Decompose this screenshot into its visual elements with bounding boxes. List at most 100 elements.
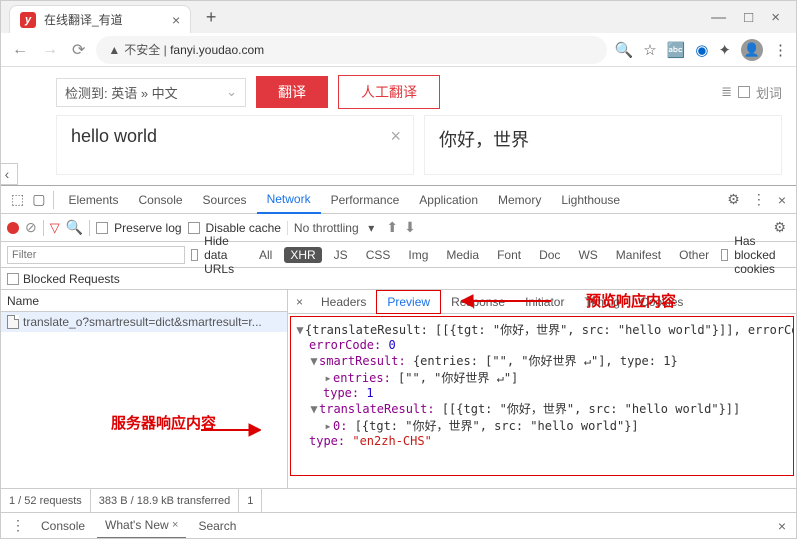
blocked-requests-checkbox[interactable]: [7, 273, 19, 285]
type-xhr[interactable]: XHR: [284, 247, 321, 263]
maximize-button[interactable]: □: [744, 9, 753, 26]
clear-button[interactable]: ⊘: [25, 219, 37, 236]
type-js[interactable]: JS: [328, 247, 354, 263]
translate-button[interactable]: 翻译: [256, 76, 328, 108]
close-whatsnew-icon[interactable]: ×: [172, 519, 178, 531]
target-textarea: 你好，世界: [424, 115, 782, 175]
new-tab-button[interactable]: +: [199, 5, 223, 29]
close-drawer-icon[interactable]: ×: [778, 518, 786, 534]
extensions-icon[interactable]: ✦: [718, 41, 731, 59]
inspect-icon[interactable]: ⬚: [11, 191, 24, 208]
reload-button[interactable]: ⟳: [69, 37, 88, 63]
hide-urls-checkbox[interactable]: [191, 249, 198, 261]
source-text: hello world: [71, 126, 157, 146]
disable-cache-checkbox[interactable]: [188, 222, 200, 234]
type-manifest[interactable]: Manifest: [610, 247, 667, 263]
request-row[interactable]: translate_o?smartresult=dict&smartresult…: [1, 312, 287, 332]
tab-sources[interactable]: Sources: [193, 186, 257, 214]
profile-avatar[interactable]: 👤: [741, 39, 763, 61]
browser-tab[interactable]: y 在线翻译_有道 ×: [9, 5, 191, 33]
url-text: fanyi.youdao.com: [170, 43, 264, 57]
preserve-log-checkbox[interactable]: [96, 222, 108, 234]
globe-ext-icon[interactable]: ◉: [695, 41, 708, 59]
drawer-tab-console[interactable]: Console: [33, 513, 93, 539]
clear-source-icon[interactable]: ×: [390, 126, 401, 147]
arrow-icon: [201, 422, 261, 438]
more-icon[interactable]: ⋮: [752, 191, 766, 208]
blocked-cookies-checkbox[interactable]: [721, 249, 728, 261]
forward-button[interactable]: →: [39, 38, 61, 62]
window-close-button[interactable]: ×: [771, 9, 780, 26]
resources-status: 1: [239, 489, 262, 512]
type-doc[interactable]: Doc: [533, 247, 566, 263]
resp-tab-headers[interactable]: Headers: [311, 290, 376, 314]
drawer-tab-search[interactable]: Search: [190, 513, 244, 539]
close-devtools-icon[interactable]: ×: [778, 192, 786, 208]
filter-input[interactable]: [7, 246, 185, 264]
request-name: translate_o?smartresult=dict&smartresult…: [23, 315, 262, 329]
annotation-preview-response: 预览响应内容: [586, 290, 676, 311]
target-text: 你好，世界: [439, 130, 529, 150]
menu-icon[interactable]: ⋮: [773, 41, 788, 59]
tab-network[interactable]: Network: [257, 186, 321, 214]
window-titlebar: y 在线翻译_有道 × + — □ ×: [1, 1, 796, 33]
close-tab-icon[interactable]: ×: [172, 12, 180, 28]
tab-performance[interactable]: Performance: [321, 186, 410, 214]
devtools-tabstrip: ⬚ ▢ Elements Console Sources Network Per…: [1, 186, 796, 214]
upload-icon[interactable]: ⬆: [386, 219, 398, 236]
tab-title: 在线翻译_有道: [44, 11, 164, 28]
resp-tab-preview[interactable]: Preview: [376, 290, 441, 314]
search-icon[interactable]: 🔍: [615, 41, 634, 59]
address-field[interactable]: ▲ 不安全 | fanyi.youdao.com: [96, 36, 606, 64]
settings-icon[interactable]: ⚙: [727, 191, 740, 208]
drawer-more-icon[interactable]: ⋮: [11, 517, 25, 534]
tab-elements[interactable]: Elements: [58, 186, 128, 214]
preserve-log-label: Preserve log: [114, 221, 181, 235]
name-column-header[interactable]: Name: [1, 290, 287, 312]
huaci-label: 划词: [756, 83, 782, 102]
document-icon: [7, 315, 19, 329]
tab-application[interactable]: Application: [409, 186, 488, 214]
source-textarea[interactable]: hello world ×: [56, 115, 414, 175]
scroll-left-button[interactable]: ‹: [0, 163, 18, 185]
list-icon[interactable]: ≣: [721, 84, 732, 100]
chevron-down-icon: ⌄: [226, 84, 237, 100]
download-icon[interactable]: ⬇: [404, 219, 416, 236]
tab-memory[interactable]: Memory: [488, 186, 551, 214]
preview-body[interactable]: ▼{translateResult: [[{tgt: "你好，世界", src:…: [290, 316, 794, 476]
record-button[interactable]: [7, 222, 19, 234]
close-response-icon[interactable]: ×: [288, 295, 311, 309]
devtools-panel: ⬚ ▢ Elements Console Sources Network Per…: [1, 185, 796, 538]
request-list-pane: Name translate_o?smartresult=dict&smartr…: [1, 290, 288, 488]
huaci-checkbox[interactable]: [738, 86, 750, 98]
human-translate-button[interactable]: 人工翻译: [338, 75, 440, 109]
filter-row: Hide data URLs All XHR JS CSS Img Media …: [1, 242, 796, 268]
disable-cache-label: Disable cache: [206, 221, 281, 235]
tab-lighthouse[interactable]: Lighthouse: [551, 186, 630, 214]
translate-ext-icon[interactable]: 🔤: [667, 41, 686, 59]
network-toolbar: ⊘ ▽ 🔍 Preserve log Disable cache No thro…: [1, 214, 796, 242]
language-detect-dropdown[interactable]: 检测到: 英语 » 中文 ⌄: [56, 78, 246, 107]
devtools-drawer: ⋮ Console What's New × Search ×: [1, 512, 796, 538]
type-all[interactable]: All: [253, 247, 278, 263]
type-font[interactable]: Font: [491, 247, 527, 263]
insecure-label: 不安全 |: [124, 41, 166, 58]
tab-console[interactable]: Console: [129, 186, 193, 214]
type-css[interactable]: CSS: [360, 247, 397, 263]
minimize-button[interactable]: —: [711, 9, 726, 26]
star-icon[interactable]: ☆: [643, 41, 656, 59]
favicon: y: [20, 12, 36, 28]
filter-icon[interactable]: ▽: [50, 220, 60, 236]
throttling-select[interactable]: No throttling ▾: [287, 221, 380, 235]
drawer-tab-whatsnew[interactable]: What's New ×: [97, 513, 186, 539]
search-network-icon[interactable]: 🔍: [66, 219, 83, 236]
type-ws[interactable]: WS: [572, 247, 603, 263]
page-content: 检测到: 英语 » 中文 ⌄ 翻译 人工翻译 ≣ 划词 hello world …: [1, 67, 796, 185]
device-toolbar-icon[interactable]: ▢: [32, 191, 45, 208]
type-img[interactable]: Img: [402, 247, 434, 263]
type-media[interactable]: Media: [440, 247, 485, 263]
type-other[interactable]: Other: [673, 247, 715, 263]
arrow-icon: [461, 293, 551, 309]
back-button[interactable]: ←: [9, 38, 31, 62]
address-bar: ← → ⟳ ▲ 不安全 | fanyi.youdao.com 🔍 ☆ 🔤 ◉ ✦…: [1, 33, 796, 67]
